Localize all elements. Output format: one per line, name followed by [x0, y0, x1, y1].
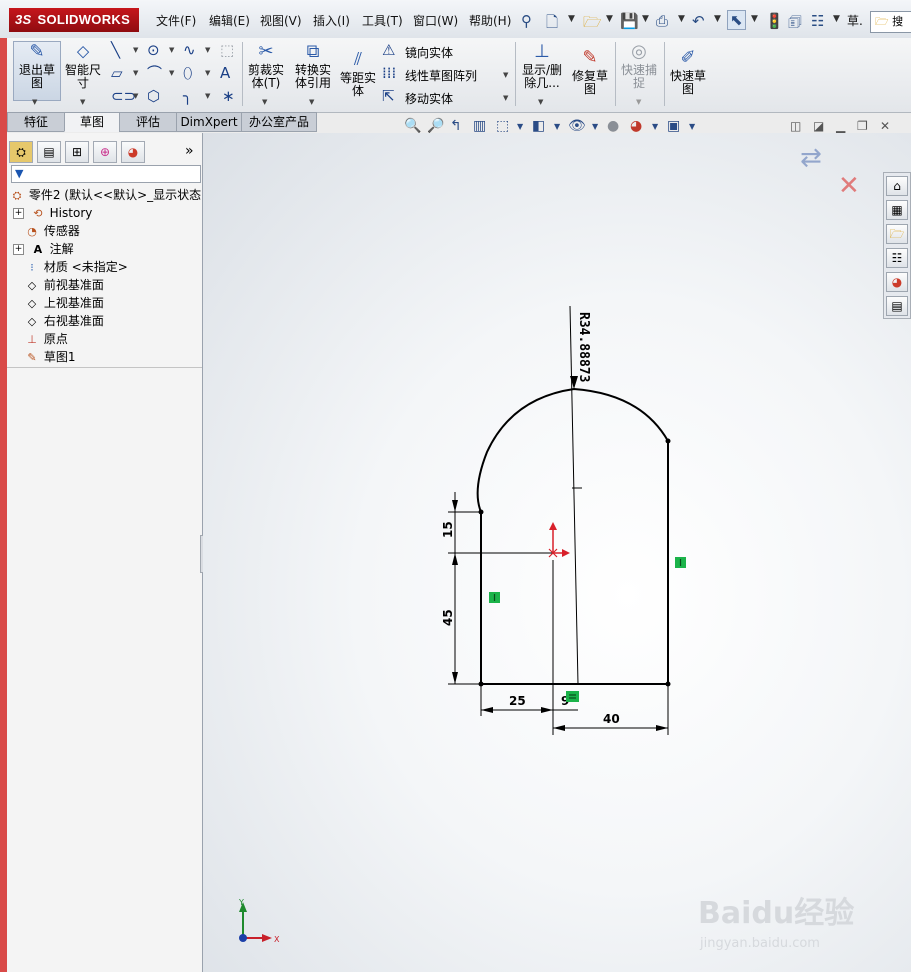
triad-x-arrowhead: [262, 934, 272, 942]
sketch-canvas: R34.88873 15 45 25 9 40 Y X Baidu经验 jing…: [238, 305, 854, 951]
triad-y-label: Y: [238, 898, 244, 907]
dim-arrowhead: [452, 500, 458, 512]
triad-origin-icon: [239, 934, 247, 942]
dim-arrowhead: [452, 672, 458, 684]
dimension-45-text[interactable]: 45: [441, 609, 455, 626]
horizontal-relation-icon[interactable]: [566, 691, 579, 702]
sketch-point[interactable]: [665, 438, 671, 444]
watermark-logo: Baidu经验: [698, 896, 854, 931]
dimension-40-text[interactable]: 40: [603, 712, 620, 726]
origin-x-arrowhead: [562, 549, 570, 557]
radius-dimension-text[interactable]: R34.88873: [576, 312, 591, 382]
dim-arrowhead: [553, 725, 565, 731]
sketch-point[interactable]: [665, 681, 671, 687]
watermark-url: jingyan.baidu.com: [699, 936, 820, 951]
dim-arrowhead: [481, 707, 493, 713]
dimension-15-text[interactable]: 15: [441, 521, 455, 538]
origin-y-arrowhead: [549, 522, 557, 530]
dimension-25-text[interactable]: 25: [509, 694, 526, 708]
triad-x-label: X: [274, 935, 280, 944]
dim-arrowhead: [541, 707, 553, 713]
dim-arrowhead: [452, 553, 458, 565]
dim-arrowhead: [656, 725, 668, 731]
